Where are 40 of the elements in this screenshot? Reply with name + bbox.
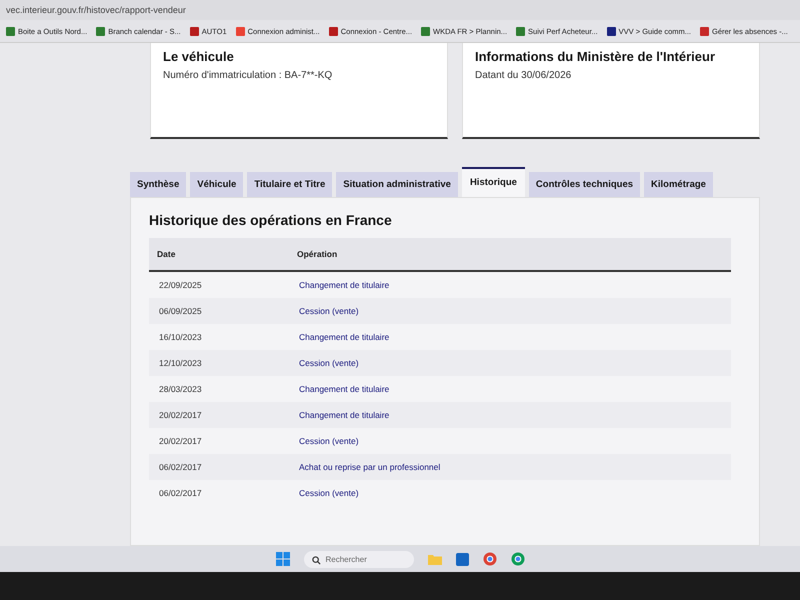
tab[interactable]: Historique [462, 167, 525, 197]
operation-cell-text: Changement de titulaire [299, 384, 390, 394]
column-header: Opération [297, 249, 338, 259]
date-cell-text: 06/09/2025 [159, 306, 203, 316]
operation-cell-text: Cession (vente) [299, 306, 360, 316]
search-icon [312, 556, 320, 564]
url-text: vec.interieur.gouv.fr/histovec/rapport-vendeur [6, 5, 186, 15]
date-cell-text: 06/02/2017 [159, 462, 203, 472]
browser-icon[interactable] [482, 552, 496, 566]
operation-cell-text: Achat ou reprise par un professionnel [299, 462, 442, 472]
card-title: Informations du Ministère de l'Intérieur [475, 49, 716, 64]
date-cell-text: 20/02/2017 [159, 410, 203, 420]
date-cell-text: 06/02/2017 [159, 488, 203, 498]
address-bar[interactable]: vec.interieur.gouv.fr/histovec/rapport-vendeur [0, 0, 800, 20]
date-cell-text: 12/10/2023 [159, 358, 203, 368]
tab[interactable]: Véhicule [190, 172, 244, 197]
browser-icon[interactable] [510, 552, 524, 566]
date-cell-text: 28/03/2023 [159, 384, 203, 394]
tab[interactable]: Titulaire et Titre [247, 172, 332, 197]
operation-cell-text: Changement de titulaire [299, 410, 390, 420]
card-text: Datant du 30/06/2026 [475, 70, 572, 81]
tab[interactable]: Synthèse [130, 172, 186, 197]
app-icon[interactable] [456, 552, 468, 566]
card-title: Le véhicule [163, 49, 235, 64]
operation-cell-text: Cession (vente) [299, 358, 360, 368]
section-title: Historique des opérations en France [149, 212, 393, 228]
date-cell-text: 22/09/2025 [159, 280, 203, 290]
windows-start-icon[interactable] [276, 552, 290, 566]
tab[interactable]: Kilométrage [644, 172, 713, 197]
tab[interactable]: Contrôles techniques [528, 172, 640, 197]
operation-cell-text: Changement de titulaire [299, 332, 390, 342]
date-cell-text: 16/10/2023 [159, 332, 203, 342]
operation-cell-text: Cession (vente) [299, 488, 360, 498]
date-cell-text: 20/02/2017 [159, 436, 203, 446]
taskbar-search-field[interactable]: Rechercher [304, 550, 414, 568]
card-text: Numéro d'immatriculation : BA-7**-KQ [163, 70, 334, 81]
operation-cell-text: Changement de titulaire [299, 280, 390, 290]
column-header: Date [157, 249, 176, 259]
tab[interactable]: Situation administrative [336, 172, 458, 197]
operation-cell-text: Cession (vente) [299, 436, 360, 446]
